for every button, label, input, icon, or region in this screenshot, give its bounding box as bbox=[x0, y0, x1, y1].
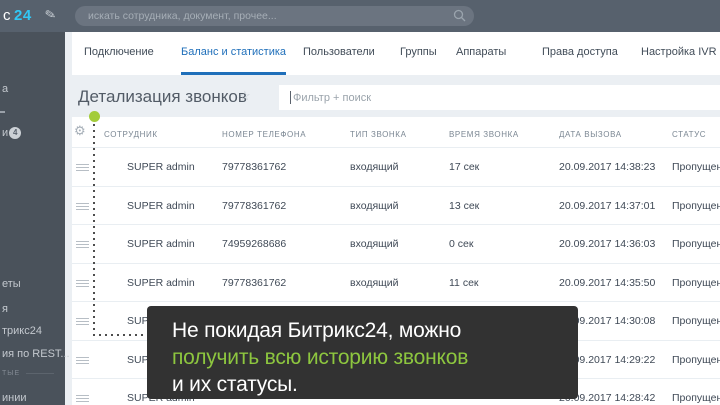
logo-24: 24 bbox=[14, 7, 32, 24]
cell-employee: SUPER admin bbox=[127, 161, 195, 173]
page-title: Детализация звонков bbox=[78, 87, 247, 107]
cell-date: 20.09.2017 14:36:03 bbox=[559, 238, 655, 250]
sidebar-item-fragment-mark bbox=[0, 111, 5, 113]
tab-6[interactable]: Права доступа bbox=[542, 32, 618, 75]
tab-5[interactable]: Аппараты bbox=[456, 32, 506, 75]
column-header[interactable]: ДАТА ВЫЗОВА bbox=[559, 130, 622, 139]
row-menu-handle-icon[interactable] bbox=[76, 241, 89, 248]
row-menu-handle-icon[interactable] bbox=[76, 203, 89, 210]
cell-status: Пропущенный bbox=[672, 161, 720, 173]
row-menu-handle-icon[interactable] bbox=[76, 280, 89, 287]
filter-search-input[interactable] bbox=[279, 85, 720, 110]
cell-duration: 0 сек bbox=[449, 238, 473, 250]
cell-status: Пропущенный bbox=[672, 392, 720, 404]
grid-settings-gear-icon[interactable]: ⚙ bbox=[74, 124, 86, 138]
tab-1[interactable]: Подключение bbox=[84, 32, 154, 75]
cell-phone: 79778361762 bbox=[222, 161, 286, 173]
column-header[interactable]: НОМЕР ТЕЛЕФОНА bbox=[222, 130, 306, 139]
tab-4[interactable]: Группы bbox=[400, 32, 437, 75]
promo-line-2-accent: получить всю историю звонков bbox=[172, 344, 578, 371]
divider-line bbox=[26, 373, 54, 374]
cell-date: 20.09.2017 14:35:50 bbox=[559, 277, 655, 289]
tab-2[interactable]: Баланс и статистика bbox=[181, 32, 286, 75]
cell-employee: SUPER admin bbox=[127, 277, 195, 289]
column-header[interactable]: СОТРУДНИК bbox=[104, 130, 158, 139]
cell-duration: 11 сек bbox=[449, 277, 479, 289]
table-row[interactable]: SUPER admin 79778361762 входящий 11 сек 20.0… bbox=[72, 263, 720, 302]
cell-employee: SUPER admin bbox=[127, 238, 195, 250]
cell-phone: 79778361762 bbox=[222, 200, 286, 212]
tab-7[interactable]: Настройка IVR bbox=[641, 32, 717, 75]
annotation-green-dot bbox=[89, 111, 100, 122]
column-header[interactable]: СТАТУС bbox=[672, 130, 706, 139]
cell-date: 20.09.2017 14:37:01 bbox=[559, 200, 655, 212]
table-row[interactable]: SUPER admin 79778361762 входящий 17 сек 20.0… bbox=[72, 147, 720, 186]
sidebar-item-fragment[interactable]: и bbox=[2, 127, 8, 139]
sidebar-item-fragment[interactable]: еты bbox=[2, 278, 21, 290]
sidebar-item-fragment[interactable]: инии bbox=[2, 392, 27, 404]
column-header[interactable]: ТИП ЗВОНКА bbox=[350, 130, 407, 139]
sidebar-menu: аи4етыятрикс24ия по REST...инии ТЫЕ bbox=[0, 32, 65, 405]
sidebar-hidden-divider: ТЫЕ bbox=[2, 370, 54, 377]
filter-caret bbox=[290, 91, 291, 104]
cell-status: Пропущенный bbox=[672, 354, 720, 366]
top-bar: с24 ✎ bbox=[0, 0, 720, 32]
sidebar-item-fragment[interactable]: я bbox=[2, 303, 8, 315]
cell-duration: 13 сек bbox=[449, 200, 479, 212]
cell-employee: SUPER admin bbox=[127, 200, 195, 212]
row-menu-handle-icon[interactable] bbox=[76, 318, 89, 325]
table-row[interactable]: SUPER admin 74959268686 входящий 0 сек 20.09… bbox=[72, 224, 720, 263]
cell-date: 20.09.2017 14:38:23 bbox=[559, 161, 655, 173]
favorite-star-icon[interactable]: ☆ bbox=[239, 88, 251, 104]
promo-tooltip: Не покидая Битрикс24, можно получить всю… bbox=[147, 306, 578, 399]
cell-status: Пропущенный bbox=[672, 200, 720, 212]
sidebar-item-fragment[interactable]: а bbox=[2, 83, 8, 95]
promo-line-3: и их статусы. bbox=[172, 371, 578, 398]
sidebar-item-fragment[interactable]: трикс24 bbox=[2, 325, 42, 337]
cell-status: Пропущенный bbox=[672, 277, 720, 289]
cell-type: входящий bbox=[350, 277, 399, 289]
bitrix24-logo: с24 bbox=[3, 7, 32, 24]
tabs-bar: Подключение Баланс и статистика Пользовате… bbox=[72, 32, 720, 75]
cell-type: входящий bbox=[350, 238, 399, 250]
pencil-icon[interactable]: ✎ bbox=[43, 6, 57, 24]
annotation-dotted-line-vertical bbox=[93, 124, 95, 335]
sidebar-item-fragment[interactable]: ия по REST... bbox=[2, 348, 70, 360]
search-icon[interactable] bbox=[453, 9, 466, 27]
column-header[interactable]: ВРЕМЯ ЗВОНКА bbox=[449, 130, 519, 139]
promo-line-1: Не покидая Битрикс24, можно bbox=[172, 317, 578, 344]
sidebar-counter-badge: 4 bbox=[9, 127, 21, 139]
tab-3[interactable]: Пользователи bbox=[303, 32, 375, 75]
row-menu-handle-icon[interactable] bbox=[76, 164, 89, 171]
cell-duration: 17 сек bbox=[449, 161, 479, 173]
search-input[interactable] bbox=[75, 6, 474, 26]
row-menu-handle-icon[interactable] bbox=[76, 395, 89, 402]
cell-status: Пропущенный bbox=[672, 238, 720, 250]
table-row[interactable]: SUPER admin 79778361762 входящий 13 сек 20.0… bbox=[72, 186, 720, 225]
cell-phone: 74959268686 bbox=[222, 238, 286, 250]
cell-phone: 79778361762 bbox=[222, 277, 286, 289]
cell-type: входящий bbox=[350, 200, 399, 212]
row-menu-handle-icon[interactable] bbox=[76, 357, 89, 364]
cell-status: Пропущенный bbox=[672, 315, 720, 327]
cell-type: входящий bbox=[350, 161, 399, 173]
